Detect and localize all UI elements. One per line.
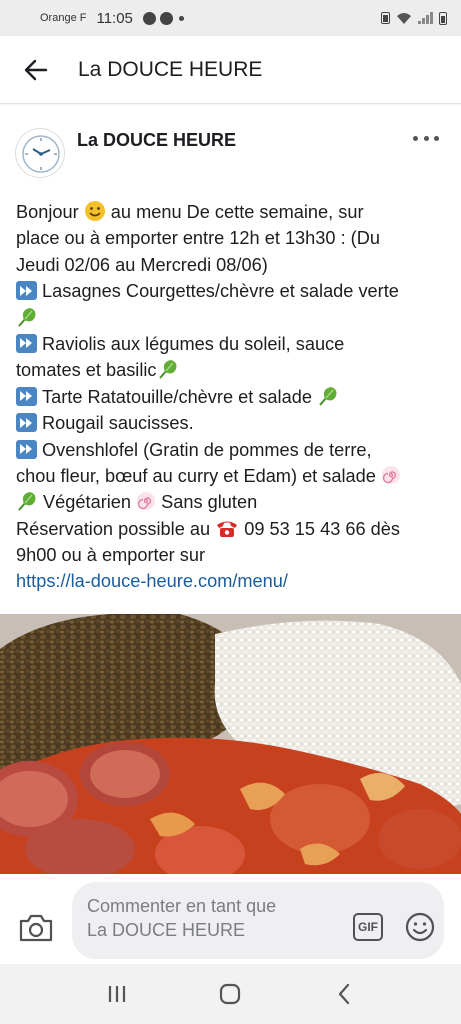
home-button[interactable]: [210, 974, 250, 1014]
comment-placeholder: Commenter en tant que La DOUCE HEURE: [87, 896, 277, 940]
sim-icon: [381, 12, 390, 24]
more-options-button[interactable]: [413, 128, 439, 148]
fast-forward-icon: [16, 439, 37, 459]
signal-icon: [418, 12, 433, 24]
fish-cake-icon: [137, 492, 156, 511]
leafy-green-icon: [319, 386, 337, 406]
menu-item: Lasagnes Courgettes/chèvre et salade ver…: [16, 278, 446, 304]
notification-dot-icon: [178, 15, 184, 21]
emoji-button[interactable]: [404, 911, 436, 943]
post-photo[interactable]: [0, 614, 461, 874]
fast-forward-icon: [16, 386, 37, 406]
fast-forward-icon: [16, 333, 37, 353]
system-nav-bar: [0, 964, 461, 1024]
chevron-left-icon: [339, 983, 350, 1005]
app-bar: La DOUCE HEURE: [0, 36, 461, 104]
menu-item: Tarte Ratatouille/chèvre et salade: [16, 384, 446, 410]
camera-button[interactable]: [18, 912, 54, 944]
page-title: La DOUCE HEURE: [78, 57, 263, 81]
post-line: 9h00 ou à emporter sur: [16, 545, 206, 566]
messenger-status-icon: [159, 11, 173, 25]
menu-link[interactable]: https://la-douce-heure.com/menu/: [16, 571, 288, 591]
food-photo: [0, 614, 461, 874]
battery-icon: [439, 11, 447, 25]
status-bar: Orange F 11:05: [0, 0, 461, 36]
page-name[interactable]: La DOUCE HEURE: [77, 130, 236, 151]
clock-time: 11:05: [96, 9, 133, 27]
post-line: place ou à emporter entre 12h et 13h30 :…: [16, 228, 380, 249]
system-back-button[interactable]: [324, 974, 364, 1014]
leafy-green-icon: [18, 492, 36, 511]
post-text: Bonjour au menu De cette semaine, sur pl…: [16, 199, 446, 595]
fish-cake-icon: [381, 465, 400, 484]
avatar[interactable]: [15, 128, 65, 178]
menu-item: Ovenshlofel (Gratin de pommes de terre,: [16, 437, 446, 463]
recent-apps-icon: [108, 986, 125, 1002]
recent-apps-button[interactable]: [97, 974, 137, 1014]
post-line: Jeudi 02/06 au Mercredi 08/06): [16, 254, 268, 275]
wifi-icon: [397, 12, 411, 24]
leafy-green-icon: [158, 360, 176, 380]
home-icon: [220, 983, 241, 1005]
gif-button[interactable]: GIF: [353, 913, 383, 941]
back-button[interactable]: [0, 36, 72, 104]
post-header: La DOUCE HEURE: [0, 118, 461, 188]
clock-icon: [22, 135, 60, 173]
post-line: Bonjour au menu De cette semaine, sur: [16, 201, 364, 222]
menu-item: Rougail saucisses.: [16, 410, 446, 436]
camera-icon: [19, 914, 53, 942]
leafy-green-icon: [18, 307, 36, 327]
comment-input[interactable]: Commenter en tant que La DOUCE HEURE GIF: [72, 882, 444, 959]
telephone-icon: [217, 521, 238, 537]
carrier-label: Orange F: [40, 12, 87, 24]
fast-forward-icon: [16, 281, 37, 301]
more-dots-icon: [413, 135, 418, 141]
menu-item: Raviolis aux légumes du soleil, sauce: [16, 331, 446, 357]
comment-bar: Commenter en tant que La DOUCE HEURE GIF: [0, 874, 461, 964]
smiley-icon: [405, 912, 435, 942]
smile-emoji-icon: [84, 201, 105, 221]
arrow-left-icon: [24, 59, 48, 80]
fast-forward-icon: [16, 413, 37, 433]
settings-status-icon: [142, 11, 156, 25]
